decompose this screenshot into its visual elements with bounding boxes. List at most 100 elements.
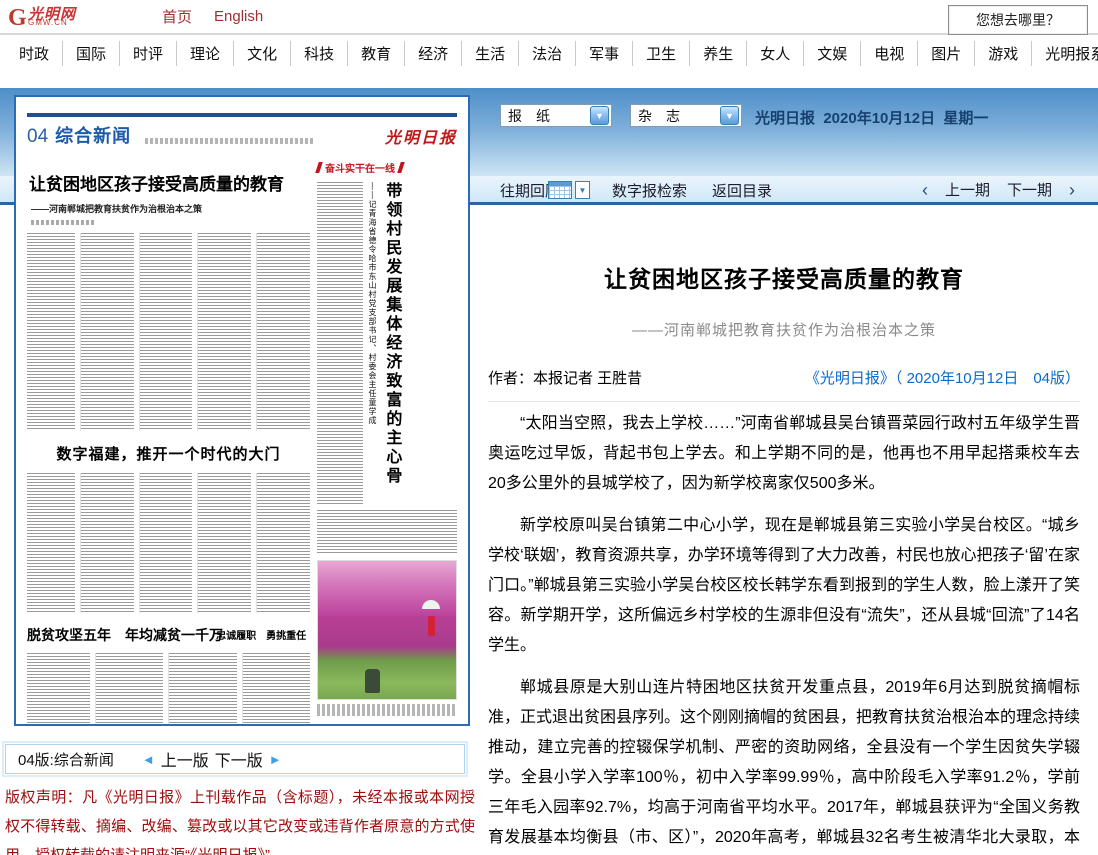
article-paragraph: “太阳当空照，我去上学校……”河南省郸城县吴台镇晋菜园行政村五年级学生晋奥运吃过… <box>488 409 1080 499</box>
newspaper-text-column <box>242 653 311 726</box>
newspaper-text-block <box>27 653 310 726</box>
home-link[interactable]: 首页 <box>162 6 192 27</box>
newspaper-page-number: 04 <box>27 126 48 148</box>
nav-item-women[interactable]: 女人 <box>746 41 803 66</box>
next-issue-arrow-icon[interactable]: › <box>1069 181 1075 199</box>
newspaper-lead-subhead: ——河南郸城把教育扶贫作为治根治本之策 <box>31 202 310 215</box>
article-body: “太阳当空照，我去上学校……”河南省郸城县吴台镇晋菜园行政村五年级学生晋奥运吃过… <box>488 409 1080 855</box>
article-area: 让贫困地区孩子接受高质量的教育 ——河南郸城把教育扶贫作为治根治本之策 作者：本… <box>488 205 1080 855</box>
newspaper-text-column <box>317 510 457 554</box>
nav-item-gmw-media[interactable]: 光明报系 <box>1031 41 1098 66</box>
gmw-digital-paper-page: G 光明网 GMW.CN 首页 English 您想去哪里？ 时政 国际 时评 … <box>0 0 1098 855</box>
back-to-contents-link[interactable]: 返回目录 <box>712 180 772 201</box>
newspaper-text-column <box>27 233 75 431</box>
newspaper-text-column <box>317 182 363 504</box>
newspaper-photo-flower-field <box>317 560 457 700</box>
newspaper-page-thumbnail[interactable]: 04 综合新闻 光明日报 让贫困地区孩子接受高质量的教育 ——河南郸城把教育扶贫… <box>14 95 470 726</box>
nav-item-theory[interactable]: 理论 <box>176 41 233 66</box>
nav-item-commentary[interactable]: 时评 <box>119 41 176 66</box>
newspaper-text-column <box>139 473 193 613</box>
next-page-arrow-icon[interactable]: ► <box>269 752 282 767</box>
newspaper-text-column <box>80 233 134 431</box>
where-to-go-selector[interactable]: 您想去哪里？ <box>948 5 1088 35</box>
newspaper-text-column <box>95 653 164 726</box>
newspaper-select[interactable]: 报 纸 ▼ <box>500 104 612 127</box>
nav-item-law[interactable]: 法治 <box>518 41 575 66</box>
article-paragraph: 郸城县原是大别山连片特困地区扶贫开发重点县，2019年6月达到脱贫摘帽标准，正式… <box>488 673 1080 855</box>
gmw-logo-subtitle: GMW.CN <box>28 18 68 27</box>
newspaper-text-column <box>197 473 251 613</box>
newspaper-column-tag: 奋斗实干在一线 <box>317 160 457 175</box>
digital-search-link[interactable]: 数字报检索 <box>612 180 687 201</box>
magazine-select-value: 杂 志 <box>638 106 680 126</box>
english-link[interactable]: English <box>214 8 263 25</box>
newspaper-vertical-subhead: ——记青海省德令哈市东山村党支部书记、村委会主任童学成 <box>367 182 378 482</box>
nav-item-games[interactable]: 游戏 <box>974 41 1031 66</box>
newspaper-dateline-text <box>145 138 313 144</box>
nav-item-economy[interactable]: 经济 <box>404 41 461 66</box>
prev-issue-arrow-icon[interactable]: ‹ <box>922 181 928 199</box>
dropdown-arrow-icon[interactable]: ▼ <box>590 106 609 125</box>
newspaper-right-strip: 奋斗实干在一线 ——记青海省德令哈市东山村党支部书记、村委会主任童学成 带领村民… <box>317 154 457 726</box>
newspaper-text-column <box>27 653 90 726</box>
red-bar-icon <box>315 162 323 173</box>
newspaper-left-area: 让贫困地区孩子接受高质量的教育 ——河南郸城把教育扶贫作为治根治本之策 数字福建… <box>27 154 310 726</box>
red-bar-icon <box>397 162 405 173</box>
calendar-icon[interactable] <box>548 181 572 199</box>
umbrella-shape <box>422 600 440 609</box>
gmw-logo[interactable]: G 光明网 GMW.CN <box>8 3 140 31</box>
next-issue-link[interactable]: 下一期 <box>1007 179 1052 200</box>
person-in-red-shape <box>428 616 435 636</box>
newspaper-bottom-headlines: 脱贫攻坚五年 年均减贫一千万 忠诚履职 勇挑重任 <box>27 625 310 645</box>
newspaper-text-column <box>256 233 310 431</box>
nav-item-life[interactable]: 生活 <box>461 41 518 66</box>
photographer-shape <box>365 669 380 693</box>
article-subtitle: ——河南郸城把教育扶贫作为治根治本之策 <box>488 319 1080 340</box>
newspaper-lead-headline: 让贫困地区孩子接受高质量的教育 <box>29 170 310 195</box>
next-page-link[interactable]: 下一版 <box>215 747 263 771</box>
newspaper-text-column <box>256 473 310 613</box>
nav-item-politics[interactable]: 时政 <box>6 41 62 66</box>
newspaper-text-column <box>27 473 75 613</box>
prev-page-link[interactable]: 上一版 <box>161 747 209 771</box>
newspaper-select-value: 报 纸 <box>508 106 550 126</box>
newspaper-masthead: 光明日报 <box>385 124 457 148</box>
issue-pager: ‹ 上一期 下一期 › <box>922 179 1075 200</box>
newspaper-vertical-headline: 带领村民发展集体经济致富的主心骨 <box>382 182 400 500</box>
article-author: 作者：本报记者 王胜昔 <box>488 367 642 388</box>
prev-issue-link[interactable]: 上一期 <box>945 179 990 200</box>
nav-item-health[interactable]: 卫生 <box>632 41 689 66</box>
prev-page-arrow-icon[interactable]: ◄ <box>142 752 155 767</box>
newspaper-header: 04 综合新闻 光明日报 <box>27 122 457 148</box>
newspaper-top-rule <box>27 113 457 117</box>
newspaper-photo-caption <box>317 704 457 716</box>
article-source: 《光明日报》（ 2020年10月12日 04版） <box>805 367 1080 388</box>
nav-item-international[interactable]: 国际 <box>62 41 119 66</box>
nav-item-photos[interactable]: 图片 <box>917 41 974 66</box>
top-bar: G 光明网 GMW.CN 首页 English 您想去哪里？ <box>0 0 1098 35</box>
newspaper-text-block <box>27 233 310 431</box>
calendar-dropdown-icon[interactable]: ▼ <box>575 181 590 199</box>
nav-item-culture[interactable]: 文化 <box>233 41 290 66</box>
article-title: 让贫困地区孩子接受高质量的教育 <box>488 260 1080 294</box>
newspaper-bottom-headline: 脱贫攻坚五年 年均减贫一千万 <box>27 625 208 645</box>
article-paragraph: 新学校原叫吴台镇第二中心小学，现在是郸城县第三实验小学吴台校区。“城乡学校‘联姻… <box>488 511 1080 661</box>
newspaper-lead-byline <box>31 220 95 225</box>
issue-date-line: 光明日报 2020年10月12日 星期一 <box>755 107 988 128</box>
newspaper-section-title: 综合新闻 <box>55 122 131 148</box>
newspaper-text-column <box>80 473 134 613</box>
nav-item-military[interactable]: 军事 <box>575 41 632 66</box>
nav-item-education[interactable]: 教育 <box>347 41 404 66</box>
newspaper-small-headline: 忠诚履职 勇挑重任 <box>216 627 306 642</box>
nav-item-wellness[interactable]: 养生 <box>689 41 746 66</box>
newspaper-mid-headline: 数字福建，推开一个时代的大门 <box>27 443 310 464</box>
dropdown-arrow-icon[interactable]: ▼ <box>720 106 739 125</box>
article-meta-row: 作者：本报记者 王胜昔 《光明日报》（ 2020年10月12日 04版） <box>488 367 1080 402</box>
nav-item-technology[interactable]: 科技 <box>290 41 347 66</box>
newspaper-column-tag-label: 奋斗实干在一线 <box>325 160 395 175</box>
newspaper-vertical-article: ——记青海省德令哈市东山村党支部书记、村委会主任童学成 带领村民发展集体经济致富… <box>317 182 457 504</box>
nav-item-entertainment[interactable]: 文娱 <box>803 41 860 66</box>
magazine-select[interactable]: 杂 志 ▼ <box>630 104 742 127</box>
newspaper-text-column <box>168 653 237 726</box>
nav-item-tv[interactable]: 电视 <box>860 41 917 66</box>
